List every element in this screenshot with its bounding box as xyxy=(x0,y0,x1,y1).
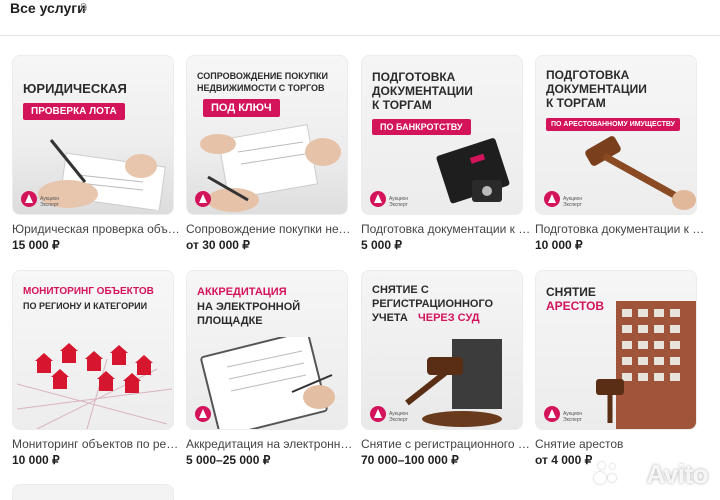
service-card[interactable]: СОПРОВОЖДЕНИЕ ПОКУПКИ НЕДВИЖИМОСТИ С ТОР… xyxy=(186,55,356,252)
brand-logo-text: Аукцион Эксперт xyxy=(389,411,409,423)
service-name[interactable]: Юридическая проверка объекта xyxy=(12,222,182,236)
service-image[interactable]: МОНИТОРИНГ ОБЪЕКТОВ ПО РЕГИОНУ И КАТЕГОР… xyxy=(12,270,174,430)
image-heading: ПОДГОТОВКА xyxy=(546,68,630,82)
documents-illustration xyxy=(200,124,341,212)
service-name[interactable]: Снятие арестов xyxy=(535,437,705,451)
image-heading: ПОДГОТОВКА xyxy=(372,70,456,84)
image-heading: СНЯТИЕ xyxy=(546,285,596,299)
service-card[interactable]: МОНИТОРИНГ ОБЪЕКТОВ ПО РЕГИОНУ И КАТЕГОР… xyxy=(12,270,182,467)
service-image[interactable]: СНЯТИЕ АРЕСТОВ Аукцион Эксперт xyxy=(535,270,697,430)
brand-logo-icon xyxy=(195,406,211,422)
service-name[interactable]: Подготовка документации к торгам xyxy=(535,222,705,236)
service-card-partial[interactable] xyxy=(12,484,174,500)
image-pill: ПОД КЛЮЧ xyxy=(203,99,280,117)
service-card[interactable]: АККРЕДИТАЦИЯ НА ЭЛЕКТРОННОЙ ПЛОЩАДКЕ Акк… xyxy=(186,270,356,467)
image-heading: К ТОРГАМ xyxy=(546,96,606,110)
image-heading: ПО РЕГИОНУ И КАТЕГОРИИ xyxy=(23,301,148,311)
service-price: 5 000–25 000 ₽ xyxy=(186,453,271,467)
service-price: от 30 000 ₽ xyxy=(186,238,250,252)
brand-logo-icon xyxy=(195,191,211,207)
service-name[interactable]: Сопровождение покупки недвижимости xyxy=(186,222,356,236)
bank-card-illustration xyxy=(436,138,510,204)
image-pill: ПРОВЕРКА ЛОТА xyxy=(23,103,125,120)
section-header: Все услуги 9 xyxy=(0,0,720,36)
image-heading: АККРЕДИТАЦИЯ xyxy=(197,286,287,298)
image-heading: ДОКУМЕНТАЦИИ xyxy=(372,84,473,98)
image-heading: МОНИТОРИНГ ОБЪЕКТОВ xyxy=(23,286,154,297)
brand-logo-text: Аукцион Эксперт xyxy=(389,196,409,208)
service-image[interactable]: ЮРИДИЧЕСКАЯ ПРОВЕРКА ЛОТА Аукцион Эксперт xyxy=(12,55,174,215)
service-card[interactable]: ПОДГОТОВКА ДОКУМЕНТАЦИИ К ТОРГАМ ПО АРЕС… xyxy=(535,55,705,252)
service-price: от 4 000 ₽ xyxy=(535,453,593,467)
service-name[interactable]: Снятие с регистрационного учета xyxy=(361,437,531,451)
service-price: 10 000 ₽ xyxy=(12,453,60,467)
image-heading: СНЯТИЕ С xyxy=(372,284,429,296)
brand-logo-icon xyxy=(544,406,560,422)
image-heading: ПЛОЩАДКЕ xyxy=(197,315,263,327)
image-heading: К ТОРГАМ xyxy=(372,98,432,112)
avito-logo-icon xyxy=(594,462,620,486)
service-price: 5 000 ₽ xyxy=(361,238,402,252)
brand-logo-text: Аукцион Эксперт xyxy=(563,411,583,423)
brand-logo-icon xyxy=(21,191,37,207)
service-image[interactable]: АККРЕДИТАЦИЯ НА ЭЛЕКТРОННОЙ ПЛОЩАДКЕ xyxy=(186,270,348,430)
service-name[interactable]: Аккредитация на электронной площадке xyxy=(186,437,356,451)
service-card[interactable]: СНЯТИЕ АРЕСТОВ Аукцион Эксперт Снятие аре… xyxy=(535,270,697,467)
service-card[interactable]: ЮРИДИЧЕСКАЯ ПРОВЕРКА ЛОТА Аукцион Эксперт… xyxy=(12,55,182,252)
image-heading: РЕГИСТРАЦИОННОГО xyxy=(372,298,494,310)
service-image[interactable]: ПОДГОТОВКА ДОКУМЕНТАЦИИ К ТОРГАМ ПО БАНК… xyxy=(361,55,523,215)
brand-logo-text: Аукцион Эксперт xyxy=(40,196,60,208)
clipboard-illustration xyxy=(200,337,335,429)
service-price: 15 000 ₽ xyxy=(12,238,60,252)
section-title: Все услуги xyxy=(10,0,86,16)
services-count: 9 xyxy=(80,0,88,15)
image-heading: ЮРИДИЧЕСКАЯ xyxy=(23,81,127,96)
gavel-illustration xyxy=(585,136,696,210)
service-card[interactable]: ПОДГОТОВКА ДОКУМЕНТАЦИИ К ТОРГАМ ПО БАНК… xyxy=(361,55,531,252)
service-price: 10 000 ₽ xyxy=(535,238,583,252)
image-heading: НА ЭЛЕКТРОННОЙ xyxy=(197,301,301,313)
image-heading: ДОКУМЕНТАЦИИ xyxy=(546,82,647,96)
brand-logo-icon xyxy=(370,406,386,422)
image-heading: НЕДВИЖИМОСТИ С ТОРГОВ xyxy=(197,83,325,93)
avito-watermark: Avito xyxy=(646,459,708,489)
brand-logo-text: Аукцион Эксперт xyxy=(563,196,583,208)
brand-logo-icon xyxy=(544,191,560,207)
building-gavel-illustration xyxy=(596,301,696,429)
map-houses-illustration xyxy=(17,343,172,429)
service-card[interactable]: СНЯТИЕ С РЕГИСТРАЦИОННОГО УЧЕТА ЧЕРЕЗ СУ… xyxy=(361,270,531,467)
image-heading-accent: ЧЕРЕЗ СУД xyxy=(418,312,480,324)
image-heading: УЧЕТА xyxy=(372,312,408,324)
service-name[interactable]: Подготовка документации к торгам xyxy=(361,222,531,236)
service-image[interactable]: СОПРОВОЖДЕНИЕ ПОКУПКИ НЕДВИЖИМОСТИ С ТОР… xyxy=(186,55,348,215)
service-price: 70 000–100 000 ₽ xyxy=(361,453,459,467)
service-name[interactable]: Мониторинг объектов по региону xyxy=(12,437,182,451)
image-heading: СОПРОВОЖДЕНИЕ ПОКУПКИ xyxy=(197,71,329,81)
brand-logo-icon xyxy=(370,191,386,207)
service-image[interactable]: ПОДГОТОВКА ДОКУМЕНТАЦИИ К ТОРГАМ ПО АРЕС… xyxy=(535,55,697,215)
service-image[interactable]: СНЯТИЕ С РЕГИСТРАЦИОННОГО УЧЕТА ЧЕРЕЗ СУ… xyxy=(361,270,523,430)
